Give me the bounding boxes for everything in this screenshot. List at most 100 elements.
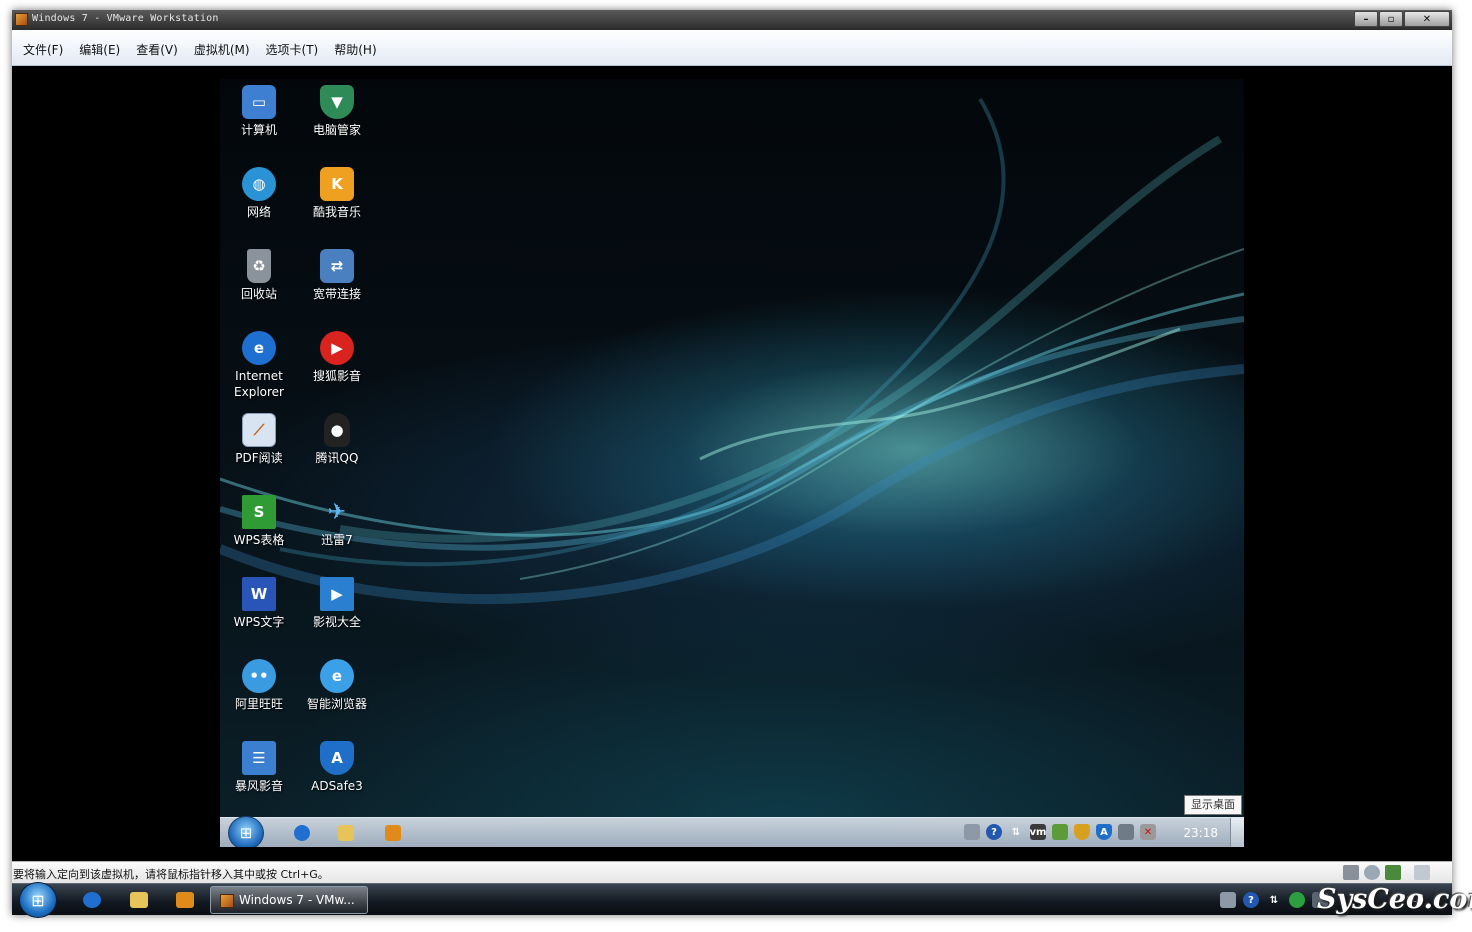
internet-explorer-icon[interactable]: [294, 825, 310, 841]
window-controls: – ▫ ✕: [1354, 11, 1450, 27]
menu-bar: 文件(F) 编辑(E) 查看(V) 虚拟机(M) 选项卡(T) 帮助(H): [12, 30, 1452, 66]
green-circle-icon[interactable]: [1289, 892, 1305, 908]
desktop-icon-label: 智能浏览器: [306, 697, 367, 711]
arrows-icon[interactable]: ⇅: [1266, 892, 1282, 908]
desktop-icon-label: 迅雷7: [321, 533, 353, 547]
vm-taskbar: ⊞ ? ⇅ vm A ✕ 23:18: [220, 816, 1244, 847]
desktop-icon-adsafe[interactable]: A ADSafe3: [299, 741, 375, 794]
keyboard-icon[interactable]: [1220, 892, 1236, 908]
title-bar[interactable]: Windows 7 - VMware Workstation – ▫ ✕: [12, 10, 1452, 30]
vm-start-button[interactable]: ⊞: [228, 816, 264, 847]
media-player-icon[interactable]: [176, 892, 194, 908]
arrows-icon[interactable]: ⇅: [1008, 824, 1024, 840]
network-check-icon[interactable]: [1052, 824, 1068, 840]
qq-penguin-icon: ●: [324, 413, 350, 447]
desktop-icon-recycle-bin[interactable]: ♻ 回收站: [221, 249, 297, 302]
desktop-icon-baofeng[interactable]: ☰ 暴风影音: [221, 741, 297, 794]
menu-view[interactable]: 查看(V): [136, 41, 178, 58]
host-taskbar: ⊞ Windows 7 - VMw... ? ⇅ 23:18: [12, 882, 1452, 918]
desktop-icon-wps-writer[interactable]: W WPS文字: [221, 577, 297, 630]
desktop-icon-label: Internet Explorer: [234, 369, 284, 399]
maximize-button[interactable]: ▫: [1379, 11, 1403, 27]
computer-icon: ▭: [242, 85, 276, 119]
vm-guest-desktop[interactable]: ▭ 计算机 ▼ 电脑管家 ◍ 网络 K 酷我音乐 ♻ 回收站 ⇄ 宽带连接 e …: [220, 79, 1244, 847]
menu-help[interactable]: 帮助(H): [334, 41, 376, 58]
desktop-icon-kuwo[interactable]: K 酷我音乐: [299, 167, 375, 220]
desktop-icon-sohu-video[interactable]: ▶ 搜狐影音: [299, 331, 375, 384]
wps-writer-icon: W: [242, 577, 276, 611]
media-player-icon[interactable]: [385, 825, 401, 841]
volume-muted-icon[interactable]: ✕: [1140, 824, 1156, 840]
adsafe-icon[interactable]: A: [1096, 824, 1112, 840]
cd-drive-icon[interactable]: [1364, 865, 1380, 880]
desktop-icon-pdf-reader[interactable]: ⟋ PDF阅读: [221, 413, 297, 466]
minimize-button[interactable]: –: [1354, 11, 1378, 27]
pdf-reader-icon: ⟋: [242, 413, 276, 447]
video-collection-icon: ▶: [320, 577, 354, 611]
watermark-text: SysCeo.com: [1317, 884, 1472, 915]
desktop-icon-label: 电脑管家: [312, 123, 361, 137]
network-icon[interactable]: [1118, 824, 1134, 840]
desktop-icon-label: 腾讯QQ: [315, 451, 359, 465]
recycle-bin-icon: ♻: [247, 249, 271, 283]
broadband-connection-icon: ⇄: [320, 249, 354, 283]
status-device-icons: [1343, 865, 1430, 880]
help-icon[interactable]: ?: [986, 824, 1002, 840]
message-log-icon[interactable]: [1414, 865, 1430, 880]
sohu-video-icon: ▶: [320, 331, 354, 365]
help-icon[interactable]: ?: [1243, 892, 1259, 908]
menu-edit[interactable]: 编辑(E): [79, 41, 120, 58]
host-system-tray: ? ⇅: [1220, 892, 1328, 908]
menu-tabs[interactable]: 选项卡(T): [266, 41, 319, 58]
shield-icon[interactable]: [1074, 824, 1090, 840]
taskbar-item-label: Windows 7 - VMw...: [239, 893, 355, 907]
host-start-button[interactable]: ⊞: [19, 882, 57, 918]
desktop-icon-label: 阿里旺旺: [234, 697, 283, 711]
menu-file[interactable]: 文件(F): [23, 41, 63, 58]
vm-system-tray: ? ⇅ vm A ✕: [964, 824, 1156, 840]
desktop-icon-label: 影视大全: [312, 615, 361, 629]
vmware-window: Windows 7 - VMware Workstation – ▫ ✕ 文件(…: [12, 10, 1452, 918]
vm-clock[interactable]: 23:18: [1183, 826, 1218, 840]
keyboard-icon[interactable]: [964, 824, 980, 840]
desktop-icon-label: WPS表格: [233, 533, 285, 547]
adsafe-shield-icon: A: [320, 741, 354, 775]
desktop-icon-qq[interactable]: ● 腾讯QQ: [299, 413, 375, 466]
hard-disk-icon[interactable]: [1343, 865, 1359, 880]
vm-icon[interactable]: vm: [1030, 824, 1046, 840]
show-desktop-tooltip: 显示桌面: [1184, 795, 1242, 815]
desktop-icon-internet-explorer[interactable]: e Internet Explorer: [221, 331, 297, 400]
internet-explorer-icon[interactable]: [83, 892, 101, 908]
desktop-icon-broadband[interactable]: ⇄ 宽带连接: [299, 249, 375, 302]
desktop-icon-video-collection[interactable]: ▶ 影视大全: [299, 577, 375, 630]
baofeng-player-icon: ☰: [242, 741, 276, 775]
network-adapter-icon[interactable]: [1385, 865, 1401, 880]
smart-browser-icon: e: [320, 659, 354, 693]
desktop-icon-smart-browser[interactable]: e 智能浏览器: [299, 659, 375, 712]
desktop-icon-label: 搜狐影音: [312, 369, 361, 383]
taskbar-item-vmware[interactable]: Windows 7 - VMw...: [210, 886, 368, 914]
folder-icon[interactable]: [130, 892, 148, 908]
desktop-icon-label: WPS文字: [233, 615, 285, 629]
menu-vm[interactable]: 虚拟机(M): [194, 41, 250, 58]
aliwangwang-icon: ••: [242, 659, 276, 693]
xunlei-bird-icon: ✈: [327, 499, 347, 525]
folder-icon[interactable]: [338, 825, 354, 841]
desktop-icon-label: 计算机: [240, 123, 277, 137]
desktop-icon-pc-manager[interactable]: ▼ 电脑管家: [299, 85, 375, 138]
desktop-icon-label: 回收站: [240, 287, 277, 301]
vmware-app-icon: [15, 13, 28, 26]
desktop-icon-label: 暴风影音: [234, 779, 283, 793]
kuwo-music-icon: K: [320, 167, 354, 201]
desktop-icon-label: 酷我音乐: [312, 205, 361, 219]
close-button[interactable]: ✕: [1404, 11, 1450, 27]
desktop-icon-computer[interactable]: ▭ 计算机: [221, 85, 297, 138]
pc-manager-shield-icon: ▼: [320, 85, 354, 119]
window-title: Windows 7 - VMware Workstation: [32, 13, 219, 24]
network-globe-icon: ◍: [242, 167, 276, 201]
desktop-icon-aliwangwang[interactable]: •• 阿里旺旺: [221, 659, 297, 712]
desktop-icon-xunlei[interactable]: ✈ 迅雷7: [299, 495, 375, 548]
desktop-icon-network[interactable]: ◍ 网络: [221, 167, 297, 220]
show-desktop-button[interactable]: [1230, 818, 1244, 847]
desktop-icon-wps-spreadsheet[interactable]: S WPS表格: [221, 495, 297, 548]
